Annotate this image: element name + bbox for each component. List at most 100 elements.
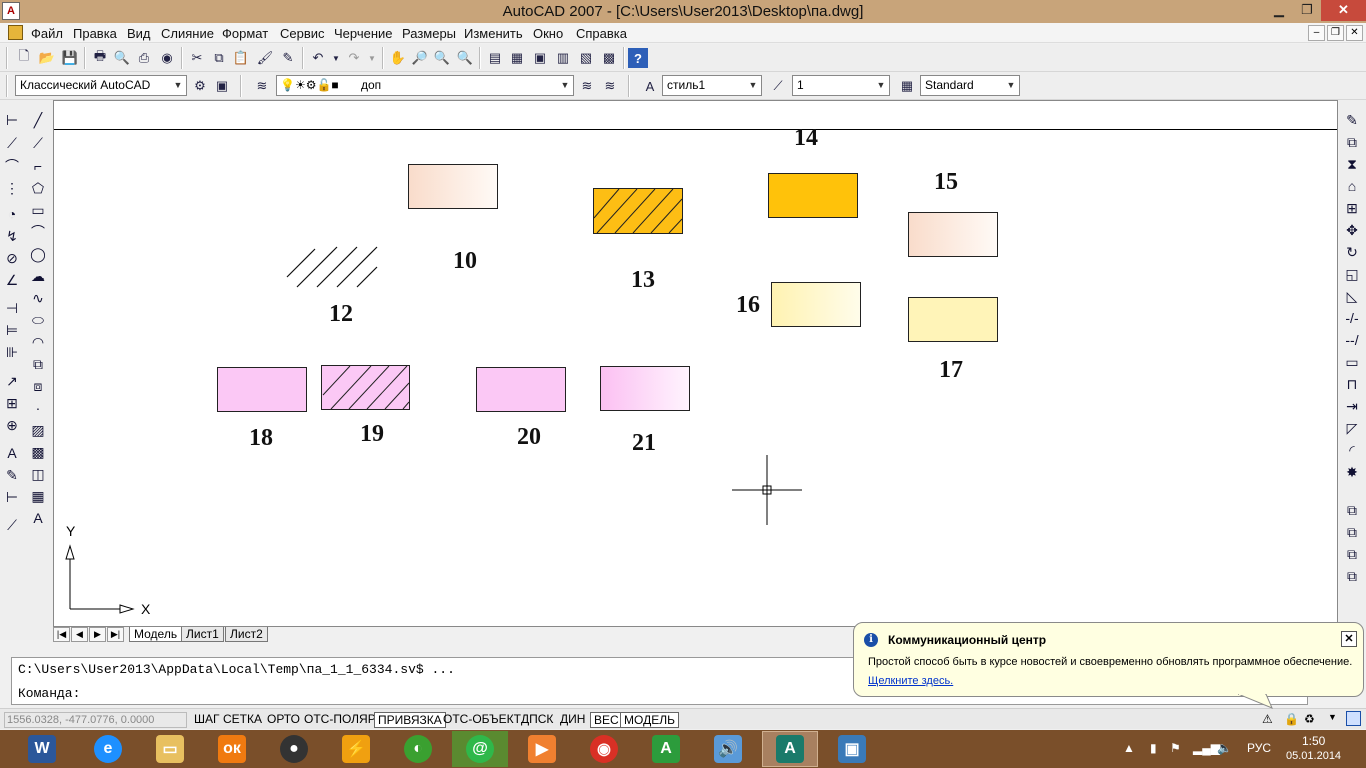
menu-tools[interactable]: Сервис <box>280 26 325 41</box>
video-player-taskbar-button[interactable]: ▶ <box>514 731 570 767</box>
balloon-link[interactable]: Щелкните здесь. <box>868 675 953 687</box>
menu-merge[interactable]: Слияние <box>161 26 214 41</box>
cell-18[interactable] <box>217 367 307 412</box>
revision-cloud-icon[interactable]: ☁ <box>27 265 49 287</box>
cut-icon[interactable]: ✂ <box>187 48 207 68</box>
polyline-icon[interactable]: ⌐ <box>27 155 49 177</box>
toolbar-grip[interactable] <box>6 47 8 69</box>
send-to-back-icon[interactable]: ⧉ <box>1341 521 1363 543</box>
quick-leader-icon[interactable]: ↗ <box>1 370 23 392</box>
arc-length-icon[interactable]: ⌒ <box>1 155 23 177</box>
table-style-icon[interactable]: ▦ <box>897 76 917 96</box>
mirror-icon[interactable]: ⧗ <box>1341 153 1363 175</box>
menu-format[interactable]: Формат <box>222 26 268 41</box>
word-taskbar-button[interactable]: W <box>14 731 70 767</box>
daemon-tools-taskbar-button[interactable]: ⚡ <box>328 731 384 767</box>
text-style-icon[interactable]: A <box>640 76 660 96</box>
close-button[interactable]: ✕ <box>1321 0 1366 21</box>
document-icon[interactable] <box>8 25 23 40</box>
layer-select[interactable]: 💡☀⚙🔓■ доп ▼ <box>276 75 574 96</box>
explode-icon[interactable]: ✸ <box>1341 461 1363 483</box>
speaker-icon[interactable]: 🔈 <box>1217 741 1232 755</box>
rectangle-icon[interactable]: ▭ <box>27 199 49 221</box>
pan-icon[interactable]: ✋ <box>388 48 408 68</box>
layer-previous-icon[interactable]: ≋ <box>600 76 620 96</box>
line-icon[interactable]: ╱ <box>27 109 49 131</box>
copy-object-icon[interactable]: ⧉ <box>1341 131 1363 153</box>
save-icon[interactable]: 💾 <box>60 48 80 68</box>
workspace-settings-icon[interactable]: ⚙ <box>190 76 210 96</box>
hatch-icon[interactable]: ▨ <box>27 419 49 441</box>
status-menu-icon[interactable]: ▼ <box>1328 712 1337 722</box>
language-indicator[interactable]: РУС <box>1247 741 1271 755</box>
dyn-toggle[interactable]: ДИН <box>557 712 588 728</box>
workspace-select[interactable]: Классический AutoCAD ▼ <box>15 75 187 96</box>
help-icon[interactable]: ? <box>628 48 648 68</box>
zoom-realtime-icon[interactable]: 🔎 <box>410 48 430 68</box>
autocad-a-taskbar-button[interactable]: A <box>638 731 694 767</box>
quick-dimension-icon[interactable]: ⊣ <box>1 297 23 319</box>
coordinates-display[interactable]: 1556.0328, -477.0776, 0.0000 <box>4 712 187 728</box>
multiline-text-icon[interactable]: A <box>27 507 49 529</box>
stretch-icon[interactable]: ◺ <box>1341 285 1363 307</box>
lock-icon[interactable]: 🔒 <box>1284 712 1299 726</box>
ellipse-arc-icon[interactable]: ◠ <box>27 331 49 353</box>
lwt-toggle[interactable]: ВЕС <box>590 712 623 728</box>
explorer-taskbar-button[interactable]: ▭ <box>142 731 198 767</box>
region-icon[interactable]: ◫ <box>27 463 49 485</box>
redo-dropdown-icon[interactable]: ▼ <box>362 48 382 68</box>
erase-icon[interactable]: ✎ <box>1341 109 1363 131</box>
baseline-icon[interactable]: ⊨ <box>1 319 23 341</box>
network-icon[interactable]: ▂▄▆ <box>1193 741 1220 755</box>
aligned-dimension-icon[interactable]: ⟋ <box>1 132 23 154</box>
zoom-previous-icon[interactable]: 🔍 <box>455 48 475 68</box>
rotate-icon[interactable]: ↻ <box>1341 241 1363 263</box>
new-icon[interactable]: 🗋 <box>14 48 34 68</box>
text-style-select[interactable]: стиль1 ▼ <box>662 75 762 96</box>
toolbar-grip[interactable] <box>6 75 8 97</box>
mdi-minimize-button[interactable]: – <box>1308 25 1325 41</box>
chamfer-icon[interactable]: ◸ <box>1341 417 1363 439</box>
clean-screen-icon[interactable] <box>1346 711 1361 726</box>
print-icon[interactable]: 🖶 <box>90 48 110 68</box>
markup-icon[interactable]: ▧ <box>576 48 596 68</box>
dim-style-control-icon[interactable]: ⟋ <box>1 514 23 536</box>
minimize-button[interactable]: ▁ <box>1265 0 1293 21</box>
warning-icon[interactable]: ⚠ <box>1262 712 1273 726</box>
linear-dimension-icon[interactable]: ⊢ <box>1 109 23 131</box>
cell-20[interactable] <box>476 367 566 412</box>
center-mark-icon[interactable]: ⊕ <box>1 414 23 436</box>
paste-icon[interactable]: 📋 <box>231 48 251 68</box>
dimension-text-edit-icon[interactable]: ✎ <box>1 464 23 486</box>
menu-view[interactable]: Вид <box>127 26 151 41</box>
drawing-area[interactable]: 10 12 13 14 15 16 17 18 19 20 21 Y X <box>53 100 1338 627</box>
polar-toggle[interactable]: ОТС-ПОЛЯР <box>301 712 379 728</box>
scale-icon[interactable]: ◱ <box>1341 263 1363 285</box>
copy-icon[interactable]: ⧉ <box>209 48 229 68</box>
3d-dwf-icon[interactable]: ◉ <box>157 48 177 68</box>
tolerance-icon[interactable]: ⊞ <box>1 392 23 414</box>
volume-app-taskbar-button[interactable]: 🔊 <box>700 731 756 767</box>
flag-icon[interactable]: ⚑ <box>1170 741 1181 755</box>
ortho-toggle[interactable]: ОРТО <box>264 712 303 728</box>
dimension-edit-icon[interactable]: A <box>1 442 23 464</box>
menu-file[interactable]: Файл <box>31 26 63 41</box>
clock-time[interactable]: 1:50 <box>1302 734 1325 748</box>
battery-icon[interactable]: ▮ <box>1150 741 1157 755</box>
layer-manager-icon[interactable]: ≋ <box>252 76 272 96</box>
cell-21[interactable] <box>600 366 690 411</box>
join-icon[interactable]: ⇥ <box>1341 395 1363 417</box>
next-tab-button[interactable]: ▶ <box>89 627 106 642</box>
dimension-update-icon[interactable]: ⊢ <box>1 486 23 508</box>
arc-icon[interactable]: ⌒ <box>27 221 49 243</box>
first-tab-button[interactable]: |◀ <box>53 627 70 642</box>
photo-viewer-taskbar-button[interactable]: ▣ <box>824 731 880 767</box>
cell-17[interactable] <box>908 297 998 342</box>
make-current-layer-icon[interactable]: ≋ <box>577 76 597 96</box>
block-editor-icon[interactable]: ✎ <box>278 48 298 68</box>
design-center-icon[interactable]: ▦ <box>507 48 527 68</box>
zoom-window-icon[interactable]: 🔍 <box>432 48 452 68</box>
workspace-save-icon[interactable]: ▣ <box>212 76 232 96</box>
otrack-toggle[interactable]: ОТС-ОБЪЕКТ <box>440 712 524 728</box>
ie-taskbar-button[interactable]: e <box>80 731 136 767</box>
